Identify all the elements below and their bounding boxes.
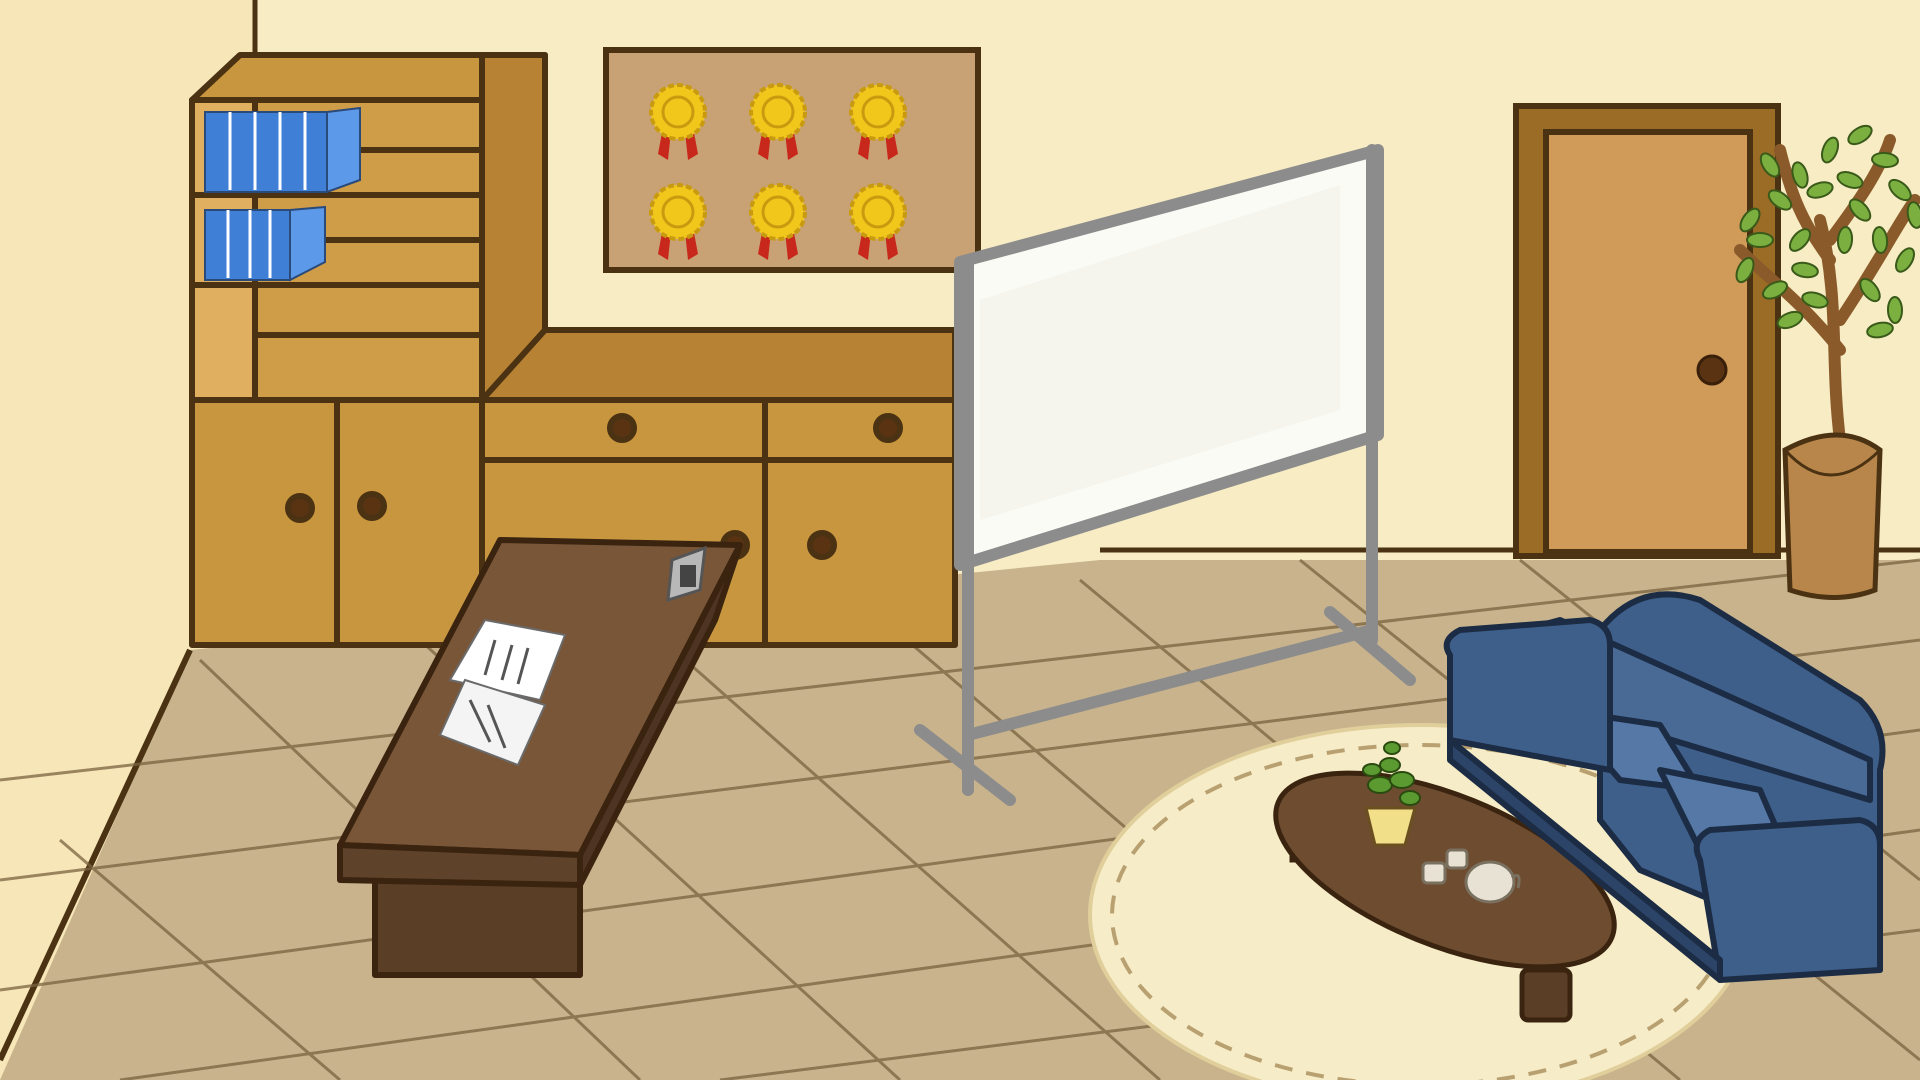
leaf [1746,232,1774,248]
cabinet-knob [285,493,315,523]
office-scene [0,0,1920,1080]
door[interactable] [1513,103,1781,559]
drawer-knob [873,413,903,443]
drawer-knob [607,413,637,443]
leaf [1886,296,1904,324]
cabinet-knob [807,530,837,560]
cabinet-knob [357,491,387,521]
door-knob[interactable] [1696,354,1728,386]
award-board [603,47,981,273]
